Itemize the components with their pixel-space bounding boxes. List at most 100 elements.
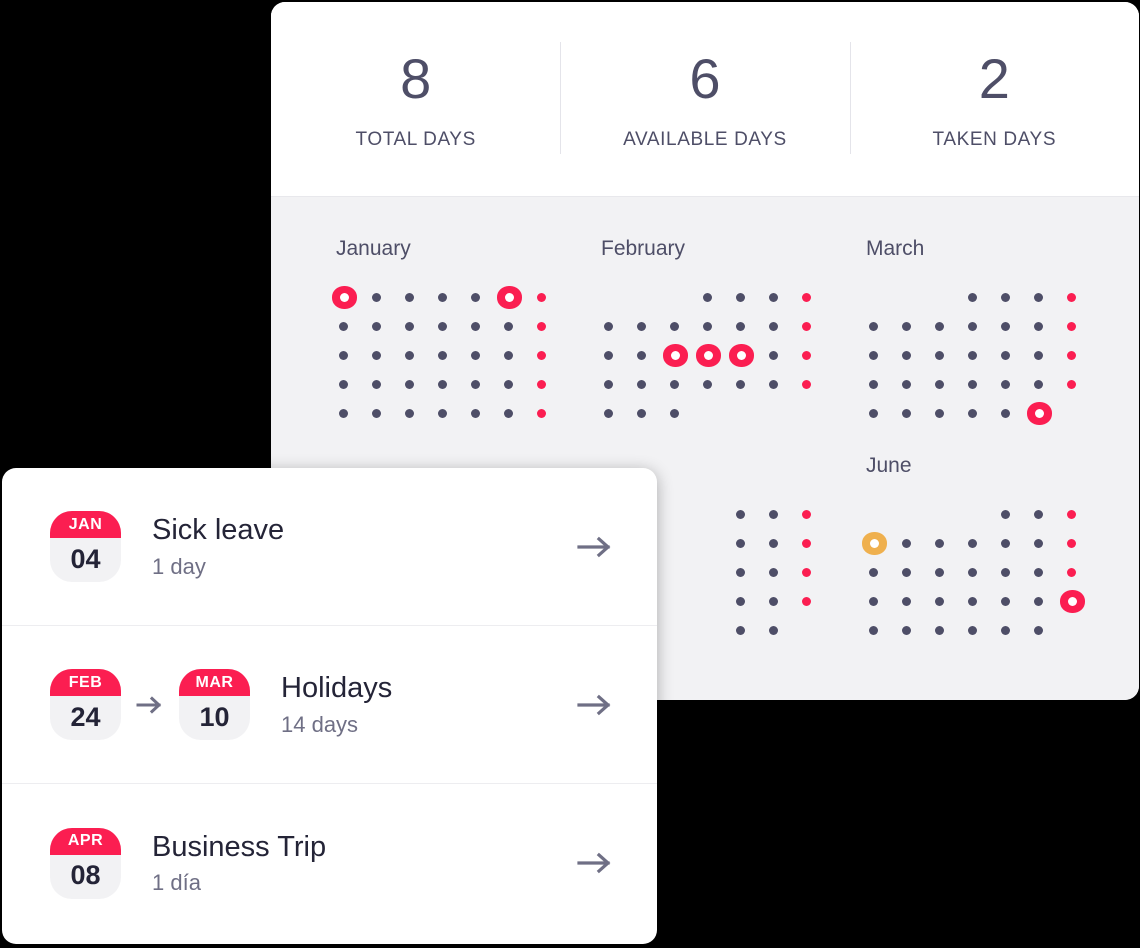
calendar-day-dot[interactable]	[432, 312, 465, 341]
calendar-day-dot[interactable]	[995, 529, 1028, 558]
calendar-day-dot[interactable]	[366, 341, 399, 370]
calendar-day-weekend-dot[interactable]	[796, 587, 829, 616]
calendar-day-dot[interactable]	[962, 616, 995, 645]
calendar-day-dot[interactable]	[730, 370, 763, 399]
calendar-day-dot[interactable]	[498, 370, 531, 399]
calendar-day-dot[interactable]	[995, 500, 1028, 529]
calendar-day-dot[interactable]	[432, 283, 465, 312]
calendar-day-dot[interactable]	[896, 399, 929, 428]
calendar-day-dot[interactable]	[598, 312, 631, 341]
calendar-day-weekend-dot[interactable]	[1061, 529, 1094, 558]
calendar-day-dot[interactable]	[995, 616, 1028, 645]
calendar-day-dot[interactable]	[863, 312, 896, 341]
calendar-day-dot[interactable]	[730, 312, 763, 341]
calendar-day-dot[interactable]	[995, 283, 1028, 312]
month-dot-grid[interactable]	[862, 500, 1128, 645]
calendar-day-dot[interactable]	[962, 341, 995, 370]
calendar-day-dot[interactable]	[896, 616, 929, 645]
calendar-day-dot[interactable]	[465, 341, 498, 370]
calendar-day-dot[interactable]	[697, 312, 730, 341]
calendar-day-dot[interactable]	[1028, 283, 1061, 312]
calendar-day-marker-taken[interactable]	[497, 283, 531, 312]
calendar-day-weekend-dot[interactable]	[531, 370, 564, 399]
calendar-day-dot[interactable]	[962, 587, 995, 616]
calendar-day-dot[interactable]	[664, 399, 697, 428]
calendar-day-marker-taken[interactable]	[1027, 399, 1061, 428]
calendar-day-dot[interactable]	[730, 529, 763, 558]
calendar-day-dot[interactable]	[763, 500, 796, 529]
calendar-day-dot[interactable]	[1028, 616, 1061, 645]
calendar-day-dot[interactable]	[333, 312, 366, 341]
calendar-day-weekend-dot[interactable]	[796, 529, 829, 558]
calendar-day-dot[interactable]	[1028, 341, 1061, 370]
list-item[interactable]: APR 08 Business Trip 1 día	[2, 784, 657, 942]
calendar-day-weekend-dot[interactable]	[1061, 312, 1094, 341]
calendar-day-marker-taken[interactable]	[729, 341, 763, 370]
calendar-day-dot[interactable]	[631, 312, 664, 341]
calendar-day-dot[interactable]	[896, 587, 929, 616]
calendar-day-dot[interactable]	[631, 399, 664, 428]
calendar-day-dot[interactable]	[929, 341, 962, 370]
calendar-day-marker-pending[interactable]	[862, 529, 896, 558]
calendar-day-dot[interactable]	[896, 529, 929, 558]
calendar-day-dot[interactable]	[763, 370, 796, 399]
calendar-day-dot[interactable]	[465, 370, 498, 399]
calendar-day-dot[interactable]	[929, 399, 962, 428]
calendar-day-dot[interactable]	[366, 370, 399, 399]
calendar-day-dot[interactable]	[598, 370, 631, 399]
month-dot-grid[interactable]	[598, 283, 863, 428]
calendar-day-dot[interactable]	[962, 370, 995, 399]
calendar-day-dot[interactable]	[498, 341, 531, 370]
calendar-day-dot[interactable]	[598, 341, 631, 370]
calendar-day-dot[interactable]	[697, 370, 730, 399]
calendar-day-weekend-dot[interactable]	[1061, 283, 1094, 312]
calendar-day-dot[interactable]	[730, 558, 763, 587]
calendar-day-dot[interactable]	[962, 312, 995, 341]
calendar-day-dot[interactable]	[995, 558, 1028, 587]
calendar-day-dot[interactable]	[730, 616, 763, 645]
calendar-day-dot[interactable]	[366, 399, 399, 428]
calendar-day-dot[interactable]	[896, 370, 929, 399]
calendar-day-dot[interactable]	[763, 587, 796, 616]
calendar-day-weekend-dot[interactable]	[531, 283, 564, 312]
calendar-day-dot[interactable]	[763, 529, 796, 558]
calendar-day-dot[interactable]	[1028, 529, 1061, 558]
calendar-day-dot[interactable]	[995, 341, 1028, 370]
calendar-day-weekend-dot[interactable]	[1061, 558, 1094, 587]
calendar-day-dot[interactable]	[730, 283, 763, 312]
calendar-day-marker-taken[interactable]	[696, 341, 730, 370]
calendar-day-dot[interactable]	[1028, 587, 1061, 616]
calendar-day-dot[interactable]	[962, 558, 995, 587]
calendar-day-dot[interactable]	[333, 399, 366, 428]
calendar-day-dot[interactable]	[1028, 312, 1061, 341]
calendar-day-dot[interactable]	[962, 283, 995, 312]
calendar-day-dot[interactable]	[366, 312, 399, 341]
calendar-day-dot[interactable]	[465, 312, 498, 341]
calendar-day-dot[interactable]	[631, 370, 664, 399]
calendar-day-dot[interactable]	[763, 283, 796, 312]
calendar-day-dot[interactable]	[896, 341, 929, 370]
calendar-day-dot[interactable]	[863, 558, 896, 587]
calendar-day-dot[interactable]	[929, 370, 962, 399]
calendar-day-dot[interactable]	[399, 312, 432, 341]
calendar-day-dot[interactable]	[763, 616, 796, 645]
calendar-day-dot[interactable]	[598, 399, 631, 428]
calendar-day-weekend-dot[interactable]	[796, 500, 829, 529]
calendar-day-dot[interactable]	[399, 399, 432, 428]
calendar-day-dot[interactable]	[763, 312, 796, 341]
calendar-day-dot[interactable]	[664, 370, 697, 399]
calendar-day-marker-taken[interactable]	[1060, 587, 1094, 616]
calendar-day-dot[interactable]	[465, 283, 498, 312]
calendar-day-dot[interactable]	[498, 399, 531, 428]
calendar-day-dot[interactable]	[465, 399, 498, 428]
calendar-day-dot[interactable]	[432, 370, 465, 399]
month-dot-grid[interactable]	[332, 283, 598, 428]
calendar-day-dot[interactable]	[631, 341, 664, 370]
arrow-right-icon[interactable]	[573, 683, 617, 727]
calendar-day-dot[interactable]	[333, 370, 366, 399]
calendar-day-dot[interactable]	[863, 587, 896, 616]
month-dot-grid[interactable]	[863, 283, 1128, 428]
calendar-day-dot[interactable]	[995, 370, 1028, 399]
calendar-day-weekend-dot[interactable]	[796, 312, 829, 341]
calendar-day-dot[interactable]	[896, 558, 929, 587]
